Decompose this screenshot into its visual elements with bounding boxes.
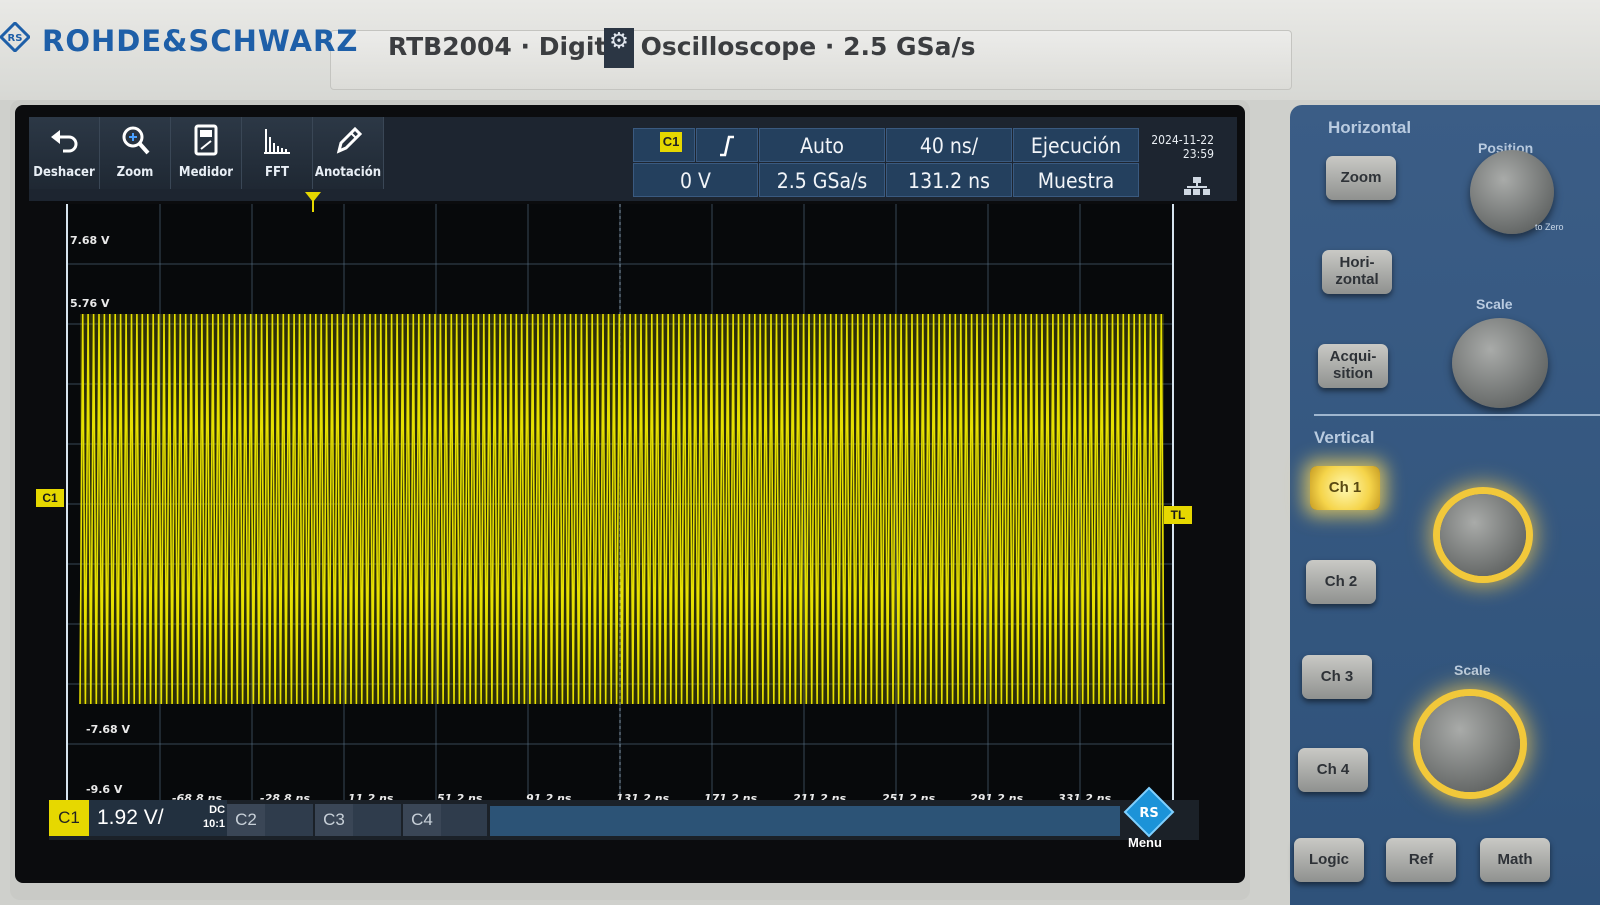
meter-button[interactable]: Medidor	[171, 117, 242, 189]
settings-gear-icon[interactable]: ⚙	[604, 28, 634, 68]
undo-icon	[51, 130, 78, 153]
to-zero-label: to Zero	[1535, 222, 1564, 232]
ch1-key[interactable]: Ch 1	[1310, 466, 1380, 510]
trigger-level[interactable]: 0 V	[633, 163, 758, 197]
acquisition-mode[interactable]: Muestra	[1013, 163, 1139, 197]
rising-edge-icon	[720, 135, 734, 157]
menu-label: Menu	[1128, 835, 1162, 850]
time-scale[interactable]: 40 ns/	[886, 128, 1012, 162]
vertical-scale-label: Scale	[1454, 662, 1491, 678]
vertical-section-title: Vertical	[1314, 428, 1375, 447]
y-label-bottom: -9.6 V	[86, 783, 123, 796]
zoom-label: Zoom	[116, 165, 154, 180]
zoom-key[interactable]: Zoom	[1326, 156, 1396, 200]
ch2-key[interactable]: Ch 2	[1306, 560, 1376, 604]
model-title: RTB2004 · Digital Oscilloscope · 2.5 GSa…	[388, 32, 976, 61]
status-bar	[490, 806, 1120, 836]
svg-text:RS: RS	[8, 33, 23, 44]
horizontal-key[interactable]: Hori- zontal	[1322, 250, 1392, 294]
rs-logo-icon: RS	[0, 22, 30, 52]
ch1-tag[interactable]: C1	[49, 800, 89, 836]
network-icon[interactable]	[1183, 176, 1211, 196]
y-label-2: 5.76 V	[70, 297, 110, 310]
ch3-key[interactable]: Ch 3	[1302, 655, 1372, 699]
ch4-info[interactable]	[441, 804, 487, 836]
ch1-probe: 10:1	[203, 818, 226, 830]
menu-logo-icon[interactable]: RS	[1123, 786, 1175, 838]
ch4-tag[interactable]: C4	[403, 804, 441, 836]
trigger-mode[interactable]: Auto	[759, 128, 885, 162]
trigger-source-badge: C1	[660, 132, 682, 152]
meter-icon	[194, 124, 218, 156]
horizontal-section-title: Horizontal	[1328, 118, 1412, 137]
fft-label: FFT	[265, 165, 289, 180]
ch2-info[interactable]	[265, 804, 313, 836]
horizontal-key-line2: zontal	[1335, 271, 1379, 288]
trigger-slope-cell[interactable]	[696, 128, 758, 162]
panel-divider	[1314, 414, 1600, 416]
ch1-coupling: DC	[209, 804, 226, 816]
channel1-offset-marker[interactable]: C1	[36, 489, 64, 507]
vertical-scale-knob[interactable]	[1420, 696, 1520, 792]
vertical-position-knob[interactable]	[1440, 494, 1526, 576]
svg-text:RS: RS	[1139, 806, 1158, 821]
meter-label: Medidor	[178, 165, 234, 180]
y-label-top: 7.68 V	[70, 234, 110, 247]
horizontal-scale-label: Scale	[1476, 296, 1513, 312]
date-text: 2024-11-22	[1151, 133, 1214, 147]
ch3-info[interactable]	[353, 804, 401, 836]
zoom-icon	[122, 126, 150, 155]
trigger-level-marker[interactable]: TL	[1164, 506, 1192, 524]
ch1-scale: 1.92 V/	[97, 806, 164, 829]
brand-name: ROHDE&SCHWARZ	[42, 24, 359, 58]
ch1-coupling-probe: DC 10:1	[203, 803, 225, 831]
sample-rate[interactable]: 2.5 GSa/s	[759, 163, 885, 197]
horizontal-key-line1: Hori-	[1339, 254, 1375, 271]
acquisition-key-line1: Acqui-	[1329, 348, 1377, 365]
y-label-3: -7.68 V	[86, 723, 131, 736]
time-text: 23:59	[1182, 147, 1214, 161]
ch2-tag[interactable]: C2	[227, 804, 265, 836]
datetime: 2024-11-22 23:59	[1150, 133, 1214, 161]
zoom-button[interactable]: Zoom	[100, 117, 171, 189]
logic-key[interactable]: Logic	[1294, 838, 1364, 882]
run-state[interactable]: Ejecución	[1013, 128, 1139, 162]
acquisition-key-line2: sition	[1333, 365, 1373, 382]
undo-button[interactable]: Deshacer	[29, 117, 100, 189]
math-key[interactable]: Math	[1480, 838, 1550, 882]
annotation-label: Anotación	[314, 165, 382, 180]
undo-label: Deshacer	[33, 165, 95, 180]
horizontal-scale-knob[interactable]	[1452, 318, 1548, 408]
time-offset[interactable]: 131.2 ns	[886, 163, 1012, 197]
annotation-button[interactable]: Anotación	[313, 117, 384, 189]
ch4-key[interactable]: Ch 4	[1298, 748, 1368, 792]
ref-key[interactable]: Ref	[1386, 838, 1456, 882]
ch3-tag[interactable]: C3	[315, 804, 353, 836]
fft-icon	[264, 129, 290, 154]
trigger-position-marker[interactable]	[303, 190, 323, 214]
fft-button[interactable]: FFT	[242, 117, 313, 189]
pencil-icon	[336, 126, 363, 154]
waveform-canvas	[68, 204, 1172, 804]
acquisition-key[interactable]: Acqui- sition	[1318, 344, 1388, 388]
waveform-plot[interactable]	[66, 204, 1174, 804]
